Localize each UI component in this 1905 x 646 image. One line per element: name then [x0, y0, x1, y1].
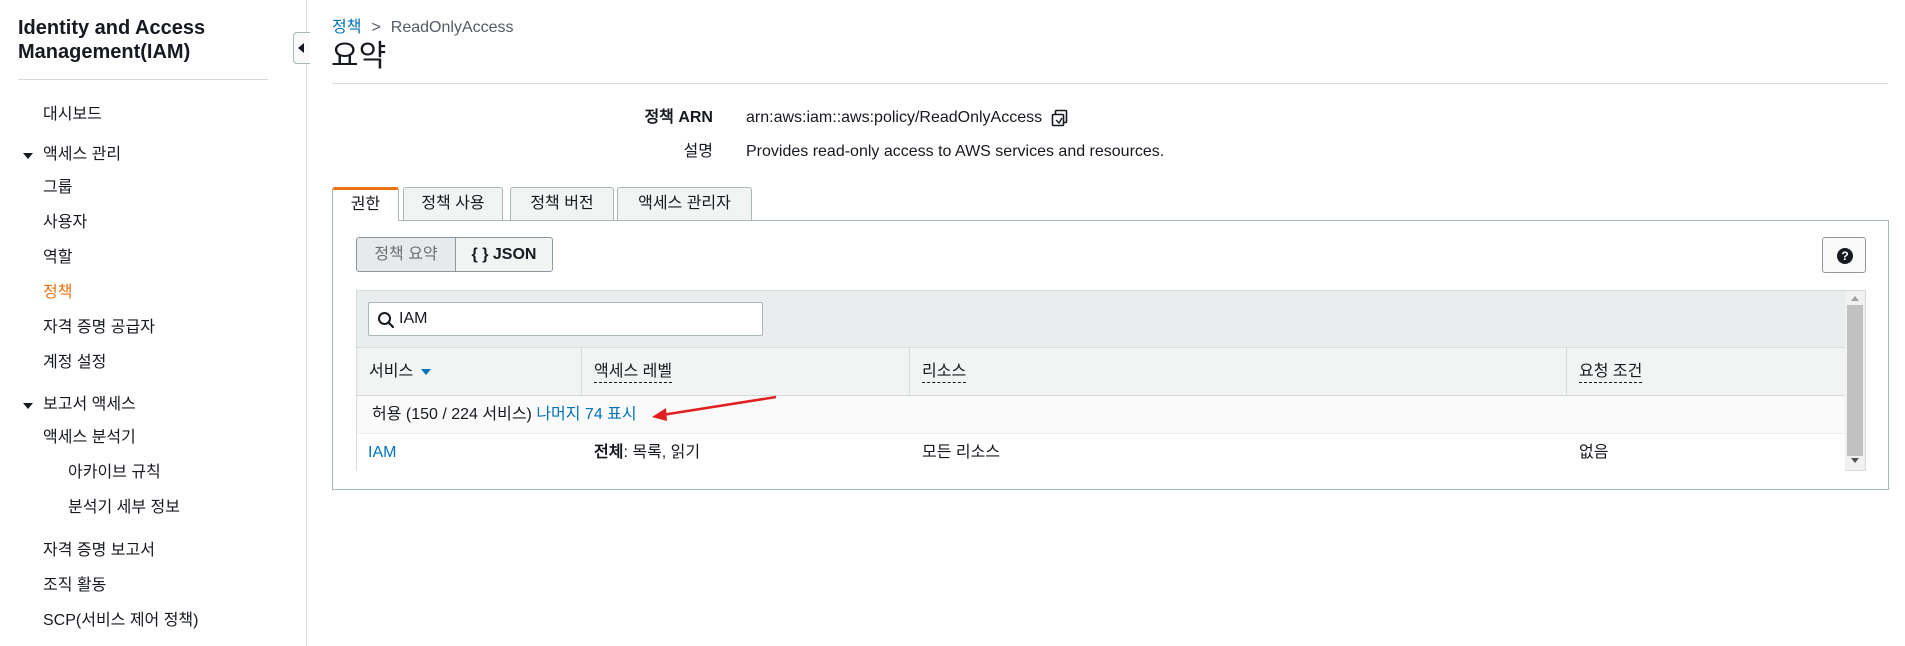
help-icon: ?: [1837, 248, 1853, 264]
column-header-service-label: 서비스: [369, 363, 414, 380]
sidebar-item-dashboard[interactable]: 대시보드: [43, 105, 102, 125]
search-box[interactable]: [368, 302, 763, 336]
sidebar-item-access-analyzer[interactable]: 액세스 분석기: [43, 428, 136, 448]
column-header-request-condition[interactable]: 요청 조건: [1567, 348, 1845, 396]
policy-summary-toggle[interactable]: 정책 요약: [356, 237, 456, 272]
sidebar-item-credential-report[interactable]: 자격 증명 보고서: [43, 541, 155, 561]
column-header-service[interactable]: 서비스: [357, 348, 582, 396]
help-button[interactable]: ?: [1822, 237, 1866, 273]
service-link-iam[interactable]: IAM: [368, 443, 396, 463]
breadcrumb-current: ReadOnlyAccess: [390, 19, 514, 36]
sidebar-section-access-reports[interactable]: 보고서 액세스: [43, 395, 136, 415]
sidebar-item-roles[interactable]: 역할: [43, 248, 72, 268]
tab-access-advisor[interactable]: 액세스 관리자: [617, 187, 752, 220]
sidebar: Identity and Access Management(IAM) 대시보드…: [0, 0, 307, 646]
scroll-down-icon[interactable]: [1851, 458, 1859, 463]
scroll-up-icon[interactable]: [1851, 296, 1859, 301]
breadcrumb-separator: >: [371, 19, 381, 36]
sidebar-divider: [18, 79, 268, 80]
sidebar-item-scp[interactable]: SCP(서비스 제어 정책): [43, 611, 199, 631]
sidebar-item-policies[interactable]: 정책: [43, 283, 72, 303]
allow-group-label: 허용 (150 / 224 서비스): [372, 406, 532, 423]
request-condition-cell: 없음: [1579, 444, 1609, 461]
tab-policy-usage[interactable]: 정책 사용: [403, 187, 503, 220]
scroll-thumb[interactable]: [1847, 305, 1863, 456]
sidebar-item-account-settings[interactable]: 계정 설정: [43, 353, 106, 373]
caret-down-icon[interactable]: [23, 403, 33, 409]
column-header-resource[interactable]: 리소스: [910, 348, 1567, 396]
sidebar-section-access-management[interactable]: 액세스 관리: [43, 145, 121, 165]
sidebar-item-analyzer-details[interactable]: 분석기 세부 정보: [68, 498, 180, 518]
policy-arn-label: 정책 ARN: [644, 109, 713, 126]
sidebar-item-organization-activity[interactable]: 조직 활동: [43, 576, 106, 596]
page-title: 요약: [331, 40, 387, 73]
show-remaining-link[interactable]: 나머지 74 표시: [536, 406, 636, 423]
description-label: 설명: [683, 143, 713, 160]
permissions-table: 서비스 액세스 레벨 리소스 요청 조건 허용 (150 / 224 서비스) …: [356, 290, 1866, 471]
sort-descending-icon: [421, 368, 432, 375]
sidebar-item-archive-rules[interactable]: 아카이브 규칙: [68, 463, 161, 483]
allow-group-text: 허용 (150 / 224 서비스) 나머지 74 표시: [372, 405, 637, 425]
title-divider: [332, 83, 1888, 84]
table-filter-bar: [357, 291, 1845, 348]
table-header-row: 서비스 액세스 레벨 리소스 요청 조건: [357, 348, 1845, 396]
access-level-bold: 전체: [594, 444, 624, 461]
service-title[interactable]: Identity and Access Management(IAM): [18, 16, 268, 64]
tab-permissions[interactable]: 권한: [332, 187, 399, 221]
access-level-cell: 전체: 목록, 읽기: [594, 443, 700, 463]
policy-arn-value: arn:aws:iam::aws:policy/ReadOnlyAccess: [746, 109, 1043, 126]
search-icon: [378, 312, 395, 329]
copy-icon[interactable]: [1050, 108, 1070, 128]
access-level-rest: : 목록, 읽기: [623, 444, 701, 461]
collapse-sidebar-button[interactable]: [293, 32, 310, 64]
annotation-arrow-icon: [652, 395, 777, 421]
column-header-access-level[interactable]: 액세스 레벨: [582, 348, 910, 396]
search-input[interactable]: [399, 307, 749, 331]
sidebar-item-identity-providers[interactable]: 자격 증명 공급자: [43, 318, 155, 338]
column-header-access-level-label: 액세스 레벨: [594, 362, 673, 383]
breadcrumb: 정책 > ReadOnlyAccess: [332, 18, 514, 38]
breadcrumb-link-policies[interactable]: 정책: [332, 19, 361, 36]
tab-policy-versions[interactable]: 정책 버전: [510, 187, 614, 220]
resource-cell: 모든 리소스: [922, 444, 1001, 461]
column-header-request-condition-label: 요청 조건: [1579, 362, 1643, 383]
caret-down-icon[interactable]: [23, 153, 33, 159]
column-header-resource-label: 리소스: [922, 362, 967, 383]
json-toggle[interactable]: { } JSON: [455, 237, 553, 272]
sidebar-item-groups[interactable]: 그룹: [43, 178, 72, 198]
sidebar-item-users[interactable]: 사용자: [43, 213, 87, 233]
allow-group-row: 허용 (150 / 224 서비스) 나머지 74 표시: [357, 396, 1845, 434]
table-row: IAM 전체: 목록, 읽기 모든 리소스 없음: [357, 434, 1845, 471]
description-value: Provides read-only access to AWS service…: [746, 143, 1165, 160]
table-scrollbar[interactable]: [1845, 291, 1865, 470]
